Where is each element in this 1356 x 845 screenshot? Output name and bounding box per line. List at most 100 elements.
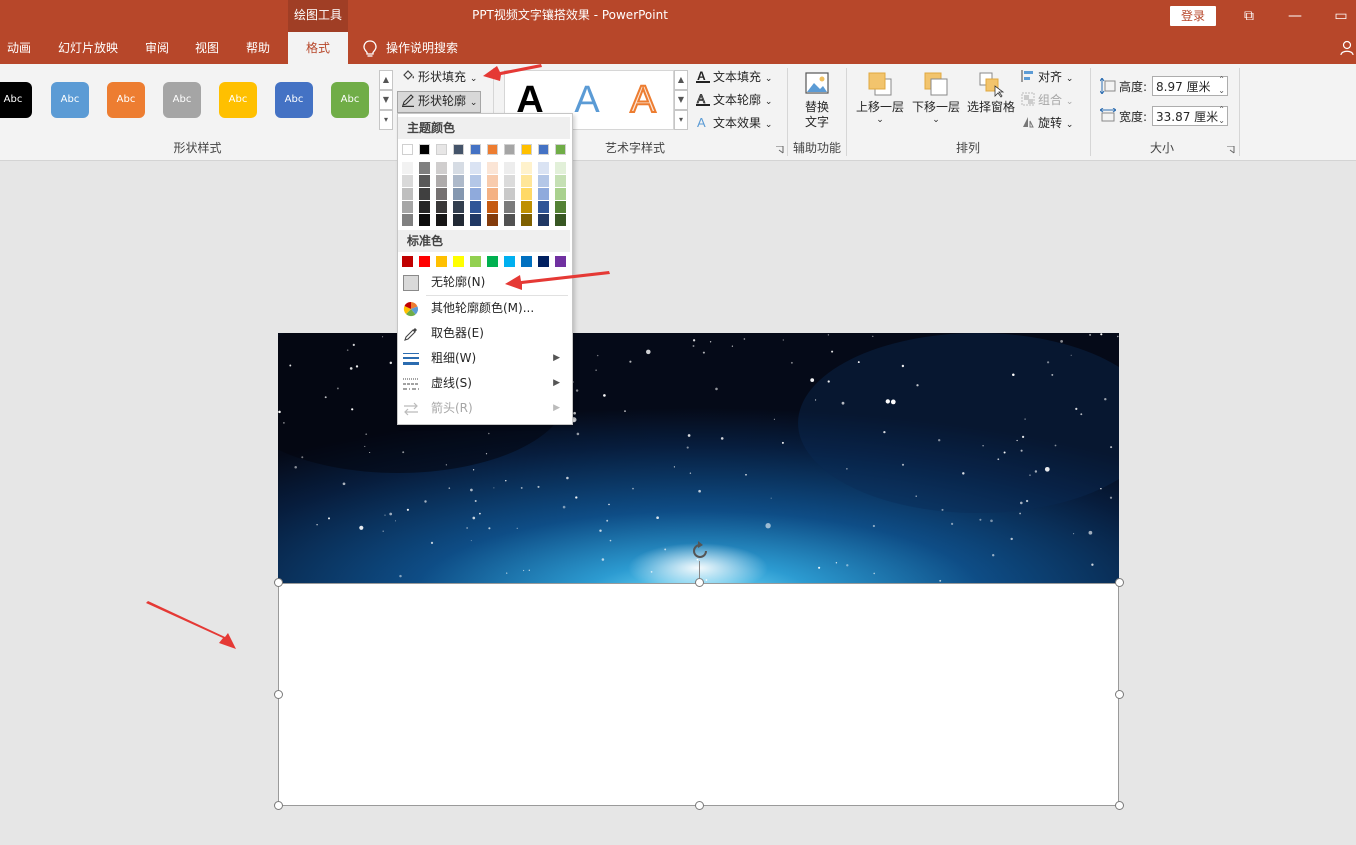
- theme-color-cell[interactable]: [470, 214, 481, 226]
- theme-color-cell[interactable]: [555, 162, 566, 174]
- resize-handle-left[interactable]: [274, 690, 283, 699]
- theme-color-cell[interactable]: [504, 162, 515, 174]
- tab-help[interactable]: 帮助: [236, 32, 280, 64]
- rotate-button[interactable]: 旋转 ⌄: [1021, 114, 1073, 134]
- theme-color-cell[interactable]: [436, 175, 447, 187]
- theme-color-cell[interactable]: [504, 188, 515, 200]
- resize-handle-top[interactable]: [695, 578, 704, 587]
- theme-color-cell[interactable]: [487, 188, 498, 200]
- theme-color-cell[interactable]: [487, 214, 498, 226]
- selected-text-box[interactable]: [278, 583, 1119, 806]
- theme-color-cell[interactable]: [555, 175, 566, 187]
- theme-color-cell[interactable]: [538, 175, 549, 187]
- theme-color-cell[interactable]: [504, 175, 515, 187]
- resize-handle-bottom-left[interactable]: [274, 801, 283, 810]
- theme-color-cell[interactable]: [521, 201, 532, 213]
- ribbon-display-icon[interactable]: ⧉: [1226, 0, 1272, 32]
- wordart-scroll-up-button[interactable]: ▲: [674, 70, 688, 90]
- theme-color-cell[interactable]: [419, 144, 430, 155]
- shape-style-swatch[interactable]: Abc: [0, 82, 32, 118]
- theme-color-cell[interactable]: [538, 144, 549, 155]
- theme-color-cell[interactable]: [555, 188, 566, 200]
- theme-color-cell[interactable]: [453, 201, 464, 213]
- shape-style-swatch[interactable]: Abc: [51, 82, 89, 118]
- theme-color-cell[interactable]: [538, 201, 549, 213]
- theme-color-cell[interactable]: [470, 162, 481, 174]
- resize-handle-right[interactable]: [1115, 690, 1124, 699]
- theme-color-cell[interactable]: [521, 188, 532, 200]
- minimize-button[interactable]: —: [1272, 0, 1318, 32]
- text-outline-button[interactable]: A 文本轮廓 ⌄: [696, 91, 772, 111]
- more-outline-colors-menu-item[interactable]: 其他轮廓颜色(M)...: [398, 296, 570, 321]
- wordart-style-orange-outline[interactable]: A: [621, 78, 665, 122]
- theme-color-cell[interactable]: [538, 214, 549, 226]
- theme-color-cell[interactable]: [487, 162, 498, 174]
- dashes-menu-item[interactable]: 虚线(S) ▶: [398, 371, 570, 396]
- theme-color-cell[interactable]: [487, 144, 498, 155]
- dialog-launcher-icon[interactable]: [776, 146, 784, 154]
- theme-color-cell[interactable]: [521, 162, 532, 174]
- standard-color-cell[interactable]: [487, 256, 498, 267]
- text-effects-button[interactable]: A 文本效果 ⌄: [696, 114, 772, 134]
- rotate-handle-icon[interactable]: [689, 540, 711, 562]
- theme-color-cell[interactable]: [436, 214, 447, 226]
- shape-fill-button[interactable]: 形状填充 ⌄: [401, 68, 477, 88]
- standard-color-cell[interactable]: [538, 256, 549, 267]
- theme-color-cell[interactable]: [521, 175, 532, 187]
- theme-color-cell[interactable]: [419, 175, 430, 187]
- standard-color-cell[interactable]: [521, 256, 532, 267]
- text-fill-button[interactable]: A 文本填充 ⌄: [696, 68, 772, 88]
- shape-outline-button[interactable]: 形状轮廓 ⌄: [397, 91, 482, 113]
- theme-color-cell[interactable]: [487, 201, 498, 213]
- resize-handle-bottom-right[interactable]: [1115, 801, 1124, 810]
- theme-color-cell[interactable]: [453, 214, 464, 226]
- theme-color-cell[interactable]: [555, 144, 566, 155]
- standard-color-cell[interactable]: [419, 256, 430, 267]
- align-button[interactable]: 对齐 ⌄: [1021, 68, 1073, 88]
- maximize-button[interactable]: ▭: [1318, 0, 1356, 32]
- gallery-scroll-down-button[interactable]: ▼: [379, 90, 393, 110]
- tab-view[interactable]: 视图: [186, 32, 228, 64]
- theme-color-cell[interactable]: [419, 214, 430, 226]
- theme-color-cell[interactable]: [453, 188, 464, 200]
- resize-handle-bottom[interactable]: [695, 801, 704, 810]
- tell-me-search[interactable]: 操作说明搜索: [386, 32, 466, 64]
- shape-style-swatch[interactable]: Abc: [163, 82, 201, 118]
- theme-color-cell[interactable]: [453, 175, 464, 187]
- tab-slideshow[interactable]: 幻灯片放映: [48, 32, 128, 64]
- standard-color-cell[interactable]: [453, 256, 464, 267]
- theme-color-cell[interactable]: [402, 144, 413, 155]
- theme-color-cell[interactable]: [470, 188, 481, 200]
- theme-color-cell[interactable]: [419, 201, 430, 213]
- theme-color-cell[interactable]: [538, 188, 549, 200]
- standard-color-cell[interactable]: [470, 256, 481, 267]
- height-input[interactable]: 8.97 厘米 ⌃ ⌄: [1152, 75, 1228, 96]
- theme-color-cell[interactable]: [402, 188, 413, 200]
- theme-color-cell[interactable]: [504, 214, 515, 226]
- theme-color-cell[interactable]: [470, 201, 481, 213]
- shape-style-swatch[interactable]: Abc: [107, 82, 145, 118]
- shape-style-swatch[interactable]: Abc: [331, 82, 369, 118]
- no-outline-menu-item[interactable]: 无轮廓(N): [398, 270, 570, 295]
- tab-review[interactable]: 审阅: [136, 32, 178, 64]
- gallery-more-button[interactable]: ▾: [379, 110, 393, 130]
- wordart-more-button[interactable]: ▾: [674, 110, 688, 130]
- theme-color-cell[interactable]: [555, 201, 566, 213]
- theme-color-cell[interactable]: [555, 214, 566, 226]
- theme-color-cell[interactable]: [470, 144, 481, 155]
- tab-animations[interactable]: 动画: [0, 32, 38, 64]
- theme-color-cell[interactable]: [436, 188, 447, 200]
- theme-color-cell[interactable]: [521, 144, 532, 155]
- standard-color-cell[interactable]: [555, 256, 566, 267]
- theme-color-cell[interactable]: [436, 144, 447, 155]
- dialog-launcher-icon[interactable]: [1227, 146, 1235, 154]
- gallery-scroll-up-button[interactable]: ▲: [379, 70, 393, 90]
- theme-color-cell[interactable]: [521, 214, 532, 226]
- theme-color-cell[interactable]: [402, 201, 413, 213]
- tab-format[interactable]: 格式: [288, 32, 348, 64]
- theme-color-cell[interactable]: [436, 162, 447, 174]
- shape-style-swatch[interactable]: Abc: [219, 82, 257, 118]
- shape-style-swatch[interactable]: Abc: [275, 82, 313, 118]
- wordart-scroll-down-button[interactable]: ▼: [674, 90, 688, 110]
- alt-text-button[interactable]: 替换 文字: [796, 70, 838, 130]
